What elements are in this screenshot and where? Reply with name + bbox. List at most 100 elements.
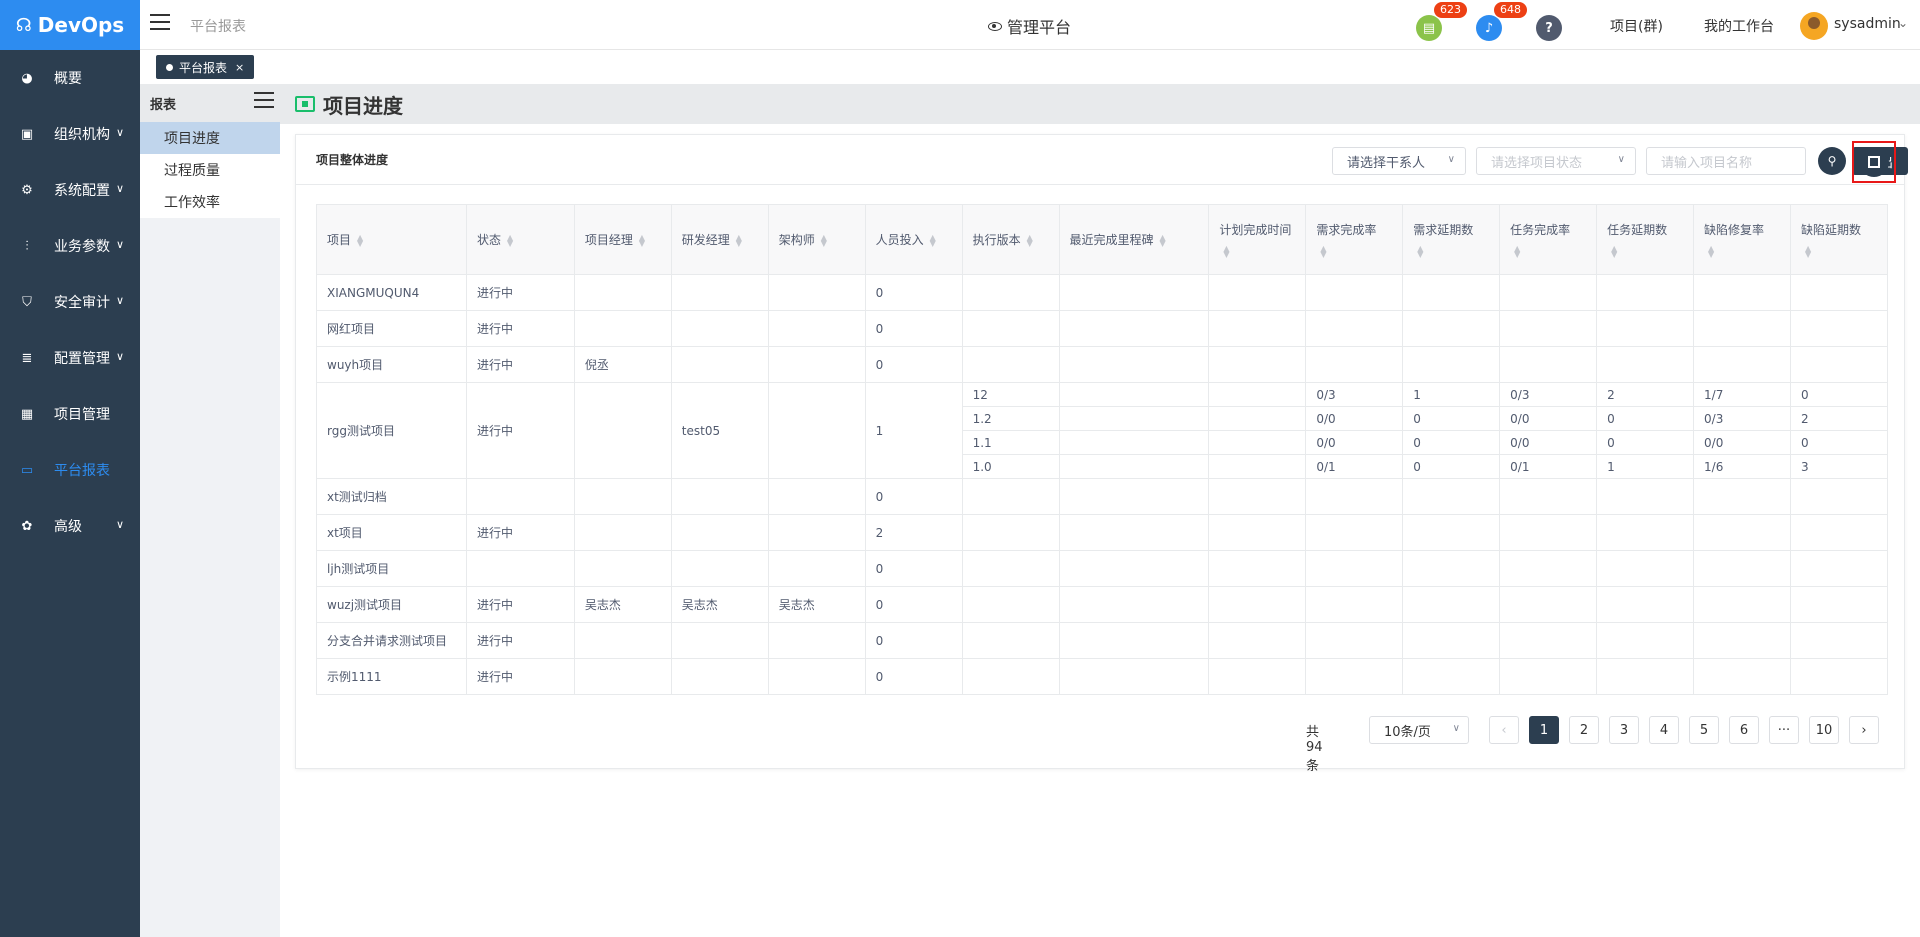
user-dropdown-chevron-icon[interactable]: ⌄ xyxy=(1898,16,1908,30)
sidebar-item-project-mgmt[interactable]: ▦ 项目管理 xyxy=(0,386,140,442)
tab-platform-report[interactable]: 平台报表 × xyxy=(156,55,255,79)
column-header[interactable]: 执行版本 ▲ ▼ xyxy=(961,204,1060,275)
menu-toggle-icon[interactable] xyxy=(150,14,170,30)
chevron-down-icon: ∨ xyxy=(1617,154,1625,165)
username[interactable]: sysadmin xyxy=(1834,16,1901,32)
table-row[interactable]: wuzj测试项目 进行中 吴志杰 吴志杰 吴志杰 0 xyxy=(316,586,1889,623)
table-cell xyxy=(1499,550,1598,587)
total-count: 共 94 条 xyxy=(1306,725,1323,774)
sidebar-item-org[interactable]: ▣ 组织机构 ∨ xyxy=(0,106,140,162)
table-row[interactable]: 示例1111 进行中 0 xyxy=(316,658,1889,695)
table-row[interactable]: rgg测试项目 进行中 test05 1 12 0/3 1 0/3 2 1/7 0 xyxy=(316,382,1889,479)
sidebar-item-platform-report[interactable]: ▭ 平台报表 xyxy=(0,442,140,498)
search-button[interactable]: ⚲ xyxy=(1818,147,1846,175)
help-icon[interactable]: ? xyxy=(1536,15,1562,41)
sort-icon: ▲ ▼ xyxy=(1708,244,1715,259)
submenu-item-project-progress[interactable]: 项目进度 xyxy=(140,122,280,154)
project-name-input[interactable]: 请输入项目名称 xyxy=(1646,147,1806,175)
table-cell: 0 xyxy=(1402,430,1501,455)
sidebar-item-system-config[interactable]: ⚙ 系统配置 ∨ xyxy=(0,162,140,218)
page-3[interactable]: 3 xyxy=(1609,716,1639,744)
table-cell xyxy=(1402,274,1501,311)
column-label: 最近完成里程碑 xyxy=(1069,233,1154,247)
column-header[interactable]: 计划完成时间 ▲ ▼ xyxy=(1208,204,1307,275)
sort-icon: ▲ ▼ xyxy=(1159,232,1166,248)
monitor-icon xyxy=(295,96,315,112)
table-row[interactable]: 分支合并请求测试项目 进行中 0 xyxy=(316,622,1889,659)
sidebar-item-overview[interactable]: ◕ 概要 xyxy=(0,50,140,106)
column-header[interactable]: 研发经理 ▲ ▼ xyxy=(670,204,769,275)
column-header[interactable]: 需求延期数 ▲ ▼ xyxy=(1402,204,1501,275)
sidebar-item-security-audit[interactable]: ⛉ 安全审计 ∨ xyxy=(0,274,140,330)
workspace-link[interactable]: 我的工作台 xyxy=(1704,16,1774,36)
column-header[interactable]: 任务延期数 ▲ ▼ xyxy=(1596,204,1695,275)
page-4[interactable]: 4 xyxy=(1649,716,1679,744)
table-cell xyxy=(1499,346,1598,383)
table-cell xyxy=(767,346,866,383)
prev-page-button[interactable]: ‹ xyxy=(1489,716,1519,744)
monitor-icon: ▭ xyxy=(20,462,34,478)
table-row[interactable]: wuyh项目 进行中 倪丞 0 xyxy=(316,346,1889,383)
table-row[interactable]: xt测试归档 0 xyxy=(316,478,1889,515)
table-row[interactable]: 网红项目 进行中 0 xyxy=(316,310,1889,347)
sidebar-item-advanced[interactable]: ✿ 高级 ∨ xyxy=(0,498,140,554)
table-row[interactable]: XIANGMUQUN4 进行中 0 xyxy=(316,274,1889,311)
sort-icon: ▲ ▼ xyxy=(1417,244,1424,259)
sort-icon: ▲ ▼ xyxy=(820,232,827,248)
column-header[interactable]: 项目 ▲ ▼ xyxy=(316,204,467,275)
table-cell: 0 xyxy=(1789,382,1889,407)
document-icon[interactable]: ▤ xyxy=(1416,15,1442,41)
column-header[interactable]: 任务完成率 ▲ ▼ xyxy=(1499,204,1598,275)
sidebar-item-business-params[interactable]: ⫶ 业务参数 ∨ xyxy=(0,218,140,274)
table-cell xyxy=(1208,586,1307,623)
project-group-link[interactable]: 项目(群) xyxy=(1610,16,1663,36)
page-size-select[interactable]: 10条/页 ∨ xyxy=(1369,716,1469,744)
table-cell xyxy=(1402,310,1501,347)
column-header[interactable]: 缺陷延期数 ▲ ▼ xyxy=(1789,204,1889,275)
avatar[interactable] xyxy=(1800,12,1828,40)
table-row[interactable]: ljh测试项目 0 xyxy=(316,550,1889,587)
page-1[interactable]: 1 xyxy=(1529,716,1559,744)
submenu-item-work-efficiency[interactable]: 工作效率 xyxy=(140,186,280,218)
column-label: 缺陷延期数 xyxy=(1800,223,1861,237)
table-cell xyxy=(1058,430,1210,455)
fullscreen-button[interactable] xyxy=(1859,147,1889,177)
table-cell: 0 xyxy=(1402,454,1501,479)
bell-icon[interactable]: ♪ xyxy=(1476,15,1502,41)
column-header[interactable]: 缺陷修复率 ▲ ▼ xyxy=(1693,204,1791,275)
table-cell xyxy=(1402,478,1501,515)
logo[interactable]: ☊ DevOps xyxy=(0,0,140,50)
page-6[interactable]: 6 xyxy=(1729,716,1759,744)
page-10[interactable]: 10 xyxy=(1809,716,1839,744)
table-cell xyxy=(767,550,866,587)
grid-icon: ▦ xyxy=(20,406,34,422)
page-5[interactable]: 5 xyxy=(1689,716,1719,744)
table-row[interactable]: xt项目 进行中 2 xyxy=(316,514,1889,551)
close-icon[interactable]: × xyxy=(235,61,244,74)
table-cell: 0 xyxy=(864,622,963,659)
platform-title[interactable]: 管理平台 xyxy=(988,14,1071,38)
submenu-item-process-quality[interactable]: 过程质量 xyxy=(140,154,280,186)
card-header: 项目整体进度 请选择干系人∨ 请选择项目状态∨ 请输入项目名称 ⚲ 导出 xyxy=(296,135,1908,185)
column-header[interactable]: 架构师 ▲ ▼ xyxy=(767,204,866,275)
sidebar-item-config-mgmt[interactable]: ≣ 配置管理 ∨ xyxy=(0,330,140,386)
table-cell xyxy=(1499,478,1598,515)
table-cell xyxy=(1305,514,1404,551)
stakeholder-select[interactable]: 请选择干系人 ∨ xyxy=(1332,147,1466,175)
collapse-menu-icon[interactable] xyxy=(254,92,274,108)
table-cell xyxy=(1208,454,1307,479)
sort-icon: ▲ ▼ xyxy=(1514,244,1521,259)
column-header[interactable]: 人员投入 ▲ ▼ xyxy=(864,204,963,275)
column-header[interactable]: 项目经理 ▲ ▼ xyxy=(573,204,672,275)
column-header[interactable]: 最近完成里程碑 ▲ ▼ xyxy=(1058,204,1210,275)
status-select[interactable]: 请选择项目状态 ∨ xyxy=(1476,147,1636,175)
table-cell: XIANGMUQUN4 xyxy=(316,274,467,311)
page-2[interactable]: 2 xyxy=(1569,716,1599,744)
column-header[interactable]: 状态 ▲ ▼ xyxy=(465,204,575,275)
table-cell xyxy=(1058,274,1210,311)
table-cell xyxy=(573,550,672,587)
column-header[interactable]: 需求完成率 ▲ ▼ xyxy=(1305,204,1404,275)
next-page-button[interactable]: › xyxy=(1849,716,1879,744)
column-label: 任务延期数 xyxy=(1607,223,1668,237)
page-ellipsis[interactable]: ··· xyxy=(1769,716,1799,744)
